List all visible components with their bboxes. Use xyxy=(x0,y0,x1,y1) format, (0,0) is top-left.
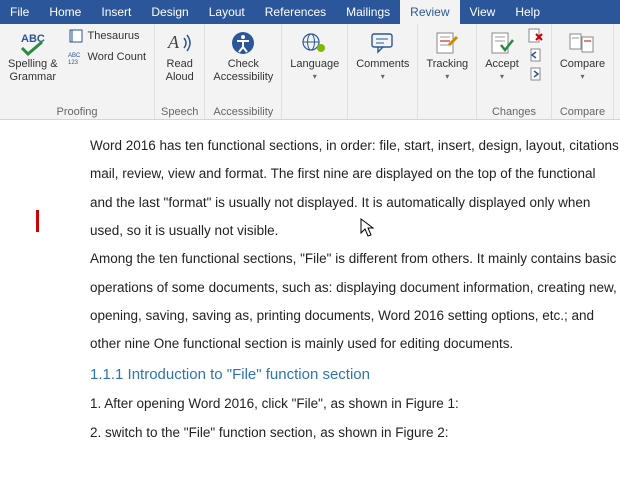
spelling-icon: ABC xyxy=(17,29,49,57)
accept-label: Accept xyxy=(485,58,519,71)
group-label-accessibility: Accessibility xyxy=(211,104,275,119)
group-label-speech: Speech xyxy=(161,104,198,119)
group-compare: Compare ▾ Compare xyxy=(552,24,614,119)
comments-button[interactable]: Comments ▾ xyxy=(354,27,411,81)
group-label-proofing: Proofing xyxy=(6,104,148,119)
group-language: Language ▾ xyxy=(282,24,348,119)
tab-design[interactable]: Design xyxy=(141,0,198,24)
body-text: Word 2016 has ten functional sections, i… xyxy=(90,132,620,160)
tab-references[interactable]: References xyxy=(255,0,336,24)
tab-review[interactable]: Review xyxy=(400,0,459,24)
body-text: operations of some documents, such as: d… xyxy=(90,274,620,302)
svg-text:A: A xyxy=(167,32,180,52)
tab-mailings[interactable]: Mailings xyxy=(336,0,400,24)
body-text: used, so it is usually not visible. xyxy=(90,217,620,245)
tab-file[interactable]: File xyxy=(0,0,39,24)
tracking-label: Tracking xyxy=(426,58,468,71)
body-text: 2. switch to the "File" function section… xyxy=(90,419,620,447)
tab-help[interactable]: Help xyxy=(505,0,550,24)
group-speech: A Read Aloud Speech xyxy=(155,24,205,119)
body-text: other nine One functional section is mai… xyxy=(90,330,620,358)
group-label-compare: Compare xyxy=(558,104,607,119)
compare-label: Compare xyxy=(560,58,605,71)
thesaurus-label: Thesaurus xyxy=(88,30,140,42)
body-text: opening, saving, saving as, printing doc… xyxy=(90,302,620,330)
tab-view[interactable]: View xyxy=(460,0,506,24)
language-icon xyxy=(299,29,331,57)
group-accessibility: Check Accessibility Accessibility xyxy=(205,24,282,119)
word-count-icon: ABC123 xyxy=(68,49,84,65)
body-text: mail, review, view and format. The first… xyxy=(90,160,620,188)
language-label: Language xyxy=(290,58,339,71)
group-comments: Comments ▾ xyxy=(348,24,418,119)
next-change-button[interactable] xyxy=(527,65,545,83)
comments-label: Comments xyxy=(356,58,409,71)
tab-insert[interactable]: Insert xyxy=(91,0,141,24)
svg-text:ABC: ABC xyxy=(68,53,81,59)
previous-change-button[interactable] xyxy=(527,46,545,64)
tab-home[interactable]: Home xyxy=(39,0,91,24)
body-text: 1. After opening Word 2016, click "File"… xyxy=(90,390,620,418)
comments-icon xyxy=(367,29,399,57)
document-body[interactable]: Word 2016 has ten functional sections, i… xyxy=(0,120,620,447)
group-label-changes: Changes xyxy=(483,104,545,119)
chevron-down-icon: ▾ xyxy=(445,72,449,81)
group-changes: Accept ▾ Changes xyxy=(477,24,552,119)
word-count-label: Word Count xyxy=(88,51,147,63)
reject-button[interactable] xyxy=(527,27,545,45)
chevron-down-icon: ▾ xyxy=(500,72,504,81)
read-aloud-icon: A xyxy=(164,29,196,57)
group-proofing: ABC Spelling & Grammar Thesaurus ABC123 … xyxy=(0,24,155,119)
tracking-icon xyxy=(431,29,463,57)
spelling-grammar-button[interactable]: ABC Spelling & Grammar xyxy=(6,27,60,83)
word-count-button[interactable]: ABC123 Word Count xyxy=(66,48,149,66)
body-text: Among the ten functional sections, "File… xyxy=(90,245,620,273)
group-label-language xyxy=(288,116,341,119)
thesaurus-icon xyxy=(68,28,84,44)
accept-icon xyxy=(486,29,518,57)
compare-button[interactable]: Compare ▾ xyxy=(558,27,607,81)
chevron-down-icon: ▾ xyxy=(313,72,317,81)
read-aloud-button[interactable]: A Read Aloud xyxy=(162,27,198,83)
tab-layout[interactable]: Layout xyxy=(199,0,255,24)
revision-mark xyxy=(36,210,39,232)
group-label-comments xyxy=(354,116,411,119)
ribbon: ABC Spelling & Grammar Thesaurus ABC123 … xyxy=(0,24,620,120)
check-accessibility-button[interactable]: Check Accessibility xyxy=(211,27,275,83)
accessibility-icon xyxy=(227,29,259,57)
tracking-button[interactable]: Tracking ▾ xyxy=(424,27,470,81)
body-text: and the last "format" is usually not dis… xyxy=(90,189,620,217)
chevron-down-icon: ▾ xyxy=(381,72,385,81)
compare-icon xyxy=(566,29,598,57)
heading: 1.1.1 Introduction to "File" function se… xyxy=(90,359,620,391)
svg-text:123: 123 xyxy=(68,60,79,64)
accept-button[interactable]: Accept ▾ xyxy=(483,27,521,81)
chevron-down-icon: ▾ xyxy=(580,72,584,81)
check-accessibility-label: Check Accessibility xyxy=(213,58,273,83)
spelling-label: Spelling & Grammar xyxy=(8,58,58,83)
ribbon-tabs: File Home Insert Design Layout Reference… xyxy=(0,0,620,24)
language-button[interactable]: Language ▾ xyxy=(288,27,341,81)
thesaurus-button[interactable]: Thesaurus xyxy=(66,27,149,45)
group-tracking: Tracking ▾ xyxy=(418,24,477,119)
read-aloud-label: Read Aloud xyxy=(166,58,194,83)
group-label-tracking xyxy=(424,116,470,119)
